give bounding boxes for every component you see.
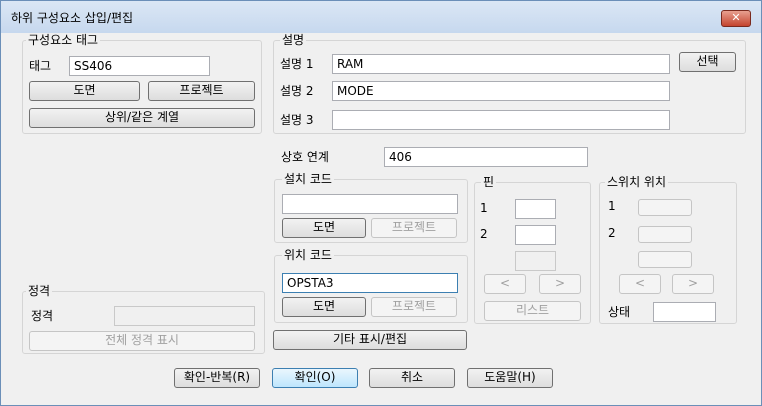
cross-reference-input[interactable]: 406 — [384, 147, 588, 167]
cross-reference-label: 상호 연계 — [281, 150, 329, 164]
pin-prev-button[interactable]: < — [484, 274, 526, 294]
install-project-button[interactable]: 프로젝트 — [371, 218, 457, 238]
switch-state-label: 상태 — [608, 305, 631, 319]
switch-position-group-label: 스위치 위치 — [605, 175, 669, 189]
switch-3-button[interactable] — [638, 251, 692, 268]
dialog-window: 하위 구성요소 삽입/편집 ✕ 구성요소 태그 태그 SS406 도면 프로젝트… — [0, 0, 762, 406]
title-bar: 하위 구성요소 삽입/편집 ✕ — [1, 1, 761, 33]
switch-2-button[interactable] — [638, 226, 692, 243]
pin-1-label: 1 — [480, 201, 488, 215]
description-1-label: 설명 1 — [280, 57, 314, 71]
location-code-input[interactable]: OPSTA3 — [282, 273, 458, 293]
rating-label: 정격 — [31, 309, 54, 323]
pins-group-label: 핀 — [481, 175, 497, 189]
description-3-label: 설명 3 — [280, 113, 314, 127]
ok-repeat-button[interactable]: 확인-반복(R) — [174, 368, 260, 388]
help-button[interactable]: 도움말(H) — [467, 368, 553, 388]
description-3-input[interactable] — [332, 110, 670, 130]
cancel-button[interactable]: 취소 — [369, 368, 455, 388]
tag-label: 태그 — [29, 59, 52, 73]
switch-state-input[interactable] — [653, 302, 716, 322]
chevron-right-icon: > — [687, 276, 699, 290]
switch-next-button[interactable]: > — [672, 274, 714, 294]
show-all-ratings-button[interactable]: 전체 정격 표시 — [29, 331, 255, 351]
pin-2-input[interactable] — [515, 225, 556, 245]
chevron-right-icon: > — [554, 276, 566, 290]
component-tag-group-label: 구성요소 태그 — [26, 33, 101, 47]
select-button[interactable]: 선택 — [679, 52, 736, 72]
install-code-group-label: 설치 코드 — [282, 172, 334, 186]
rating-input[interactable] — [114, 306, 255, 326]
rating-group-label: 정격 — [26, 284, 53, 298]
tag-project-button[interactable]: 프로젝트 — [148, 81, 255, 101]
parent-sibling-button[interactable]: 상위/같은 계열 — [29, 108, 255, 128]
switch-2-label: 2 — [608, 226, 616, 240]
pin-list-button[interactable]: 리스트 — [484, 301, 581, 321]
location-code-group-label: 위치 코드 — [282, 248, 334, 262]
location-drawing-button[interactable]: 도면 — [282, 297, 366, 317]
window-title: 하위 구성요소 삽입/편집 — [11, 11, 134, 25]
close-button[interactable]: ✕ — [721, 10, 751, 27]
chevron-left-icon: < — [499, 276, 511, 290]
chevron-left-icon: < — [634, 276, 646, 290]
switch-prev-button[interactable]: < — [619, 274, 661, 294]
switch-1-button[interactable] — [638, 199, 692, 216]
install-code-input[interactable] — [282, 194, 458, 214]
pin-extra-input — [515, 251, 556, 271]
install-drawing-button[interactable]: 도면 — [282, 218, 366, 238]
ok-button[interactable]: 확인(O) — [272, 368, 358, 388]
description-2-label: 설명 2 — [280, 84, 314, 98]
pin-1-input[interactable] — [515, 199, 556, 219]
close-icon: ✕ — [731, 11, 741, 24]
description-2-input[interactable]: MODE — [332, 81, 670, 101]
switch-1-label: 1 — [608, 199, 616, 213]
tag-input[interactable]: SS406 — [69, 56, 210, 76]
description-group-label: 설명 — [280, 33, 307, 47]
tag-drawing-button[interactable]: 도면 — [29, 81, 140, 101]
description-1-input[interactable]: RAM — [332, 54, 670, 74]
pin-next-button[interactable]: > — [539, 274, 581, 294]
other-display-edit-button[interactable]: 기타 표시/편집 — [273, 330, 467, 350]
pin-2-label: 2 — [480, 227, 488, 241]
location-project-button[interactable]: 프로젝트 — [371, 297, 457, 317]
